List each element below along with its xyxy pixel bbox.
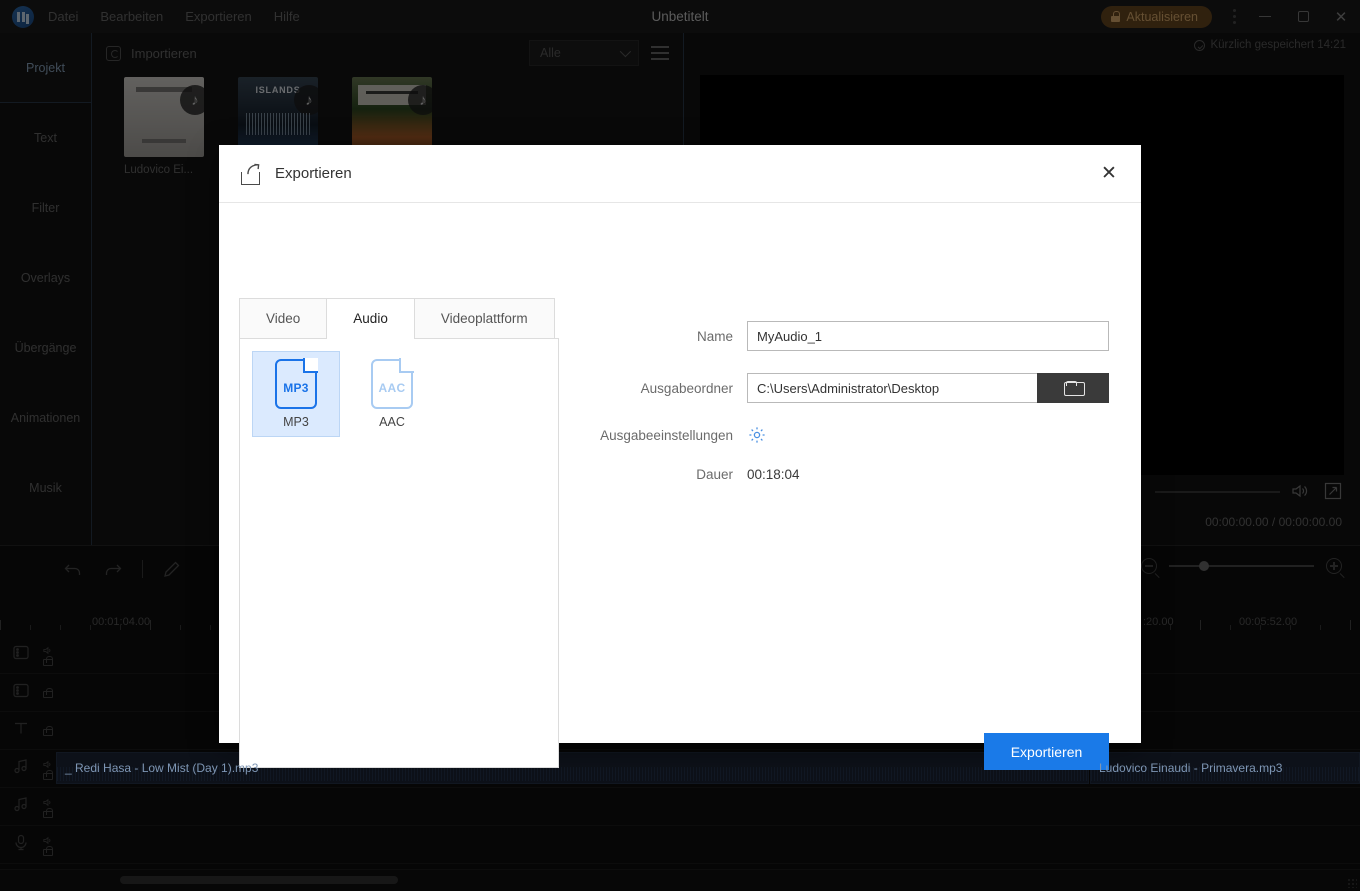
gear-icon[interactable]	[747, 425, 767, 445]
tab-audio[interactable]: Audio	[326, 298, 415, 338]
output-folder-label: Ausgabeordner	[579, 381, 747, 396]
tab-label: Audio	[353, 311, 388, 326]
app-window: Datei Bearbeiten Exportieren Hilfe Unbet…	[0, 0, 1360, 891]
name-label: Name	[579, 329, 747, 344]
clip-label: Ludovico Einaudi - Primavera.mp3	[1091, 761, 1282, 775]
output-settings-label: Ausgabeeinstellungen	[579, 428, 747, 443]
output-settings-row: Ausgabeeinstellungen	[579, 425, 1109, 445]
format-badge: AAC	[371, 381, 413, 395]
output-folder-input[interactable]	[747, 373, 1037, 403]
tab-videoplattform[interactable]: Videoplattform	[414, 298, 555, 338]
tab-label: Video	[266, 311, 300, 326]
format-option-aac[interactable]: AAC AAC	[348, 351, 436, 437]
tab-video[interactable]: Video	[239, 298, 327, 338]
format-label: AAC	[379, 415, 405, 429]
format-list-panel: MP3 MP3 AAC AAC	[239, 338, 559, 768]
close-icon[interactable]: ✕	[1095, 160, 1123, 188]
browse-folder-button[interactable]	[1037, 373, 1109, 403]
duration-row: Dauer 00:18:04	[579, 467, 1109, 482]
name-input[interactable]	[747, 321, 1109, 351]
name-row: Name	[579, 321, 1109, 351]
export-share-icon	[241, 163, 263, 185]
export-type-tabs: Video Audio Videoplattform	[239, 298, 554, 338]
tab-label: Videoplattform	[441, 311, 528, 326]
export-settings-form: Name Ausgabeordner Ausgabeeinstellungen	[579, 321, 1109, 504]
format-row: MP3 MP3 AAC AAC	[252, 351, 546, 437]
export-dialog: Exportieren ✕ Video Audio Videoplattform	[219, 145, 1141, 743]
format-badge: MP3	[275, 381, 317, 395]
dialog-title: Exportieren	[275, 165, 352, 182]
duration-label: Dauer	[579, 467, 747, 482]
mp3-file-icon: MP3	[275, 359, 317, 409]
output-folder-row: Ausgabeordner	[579, 373, 1109, 403]
clip-label: _ Redi Hasa - Low Mist (Day 1).mp3	[57, 761, 258, 775]
duration-value: 00:18:04	[747, 467, 800, 482]
folder-icon	[1064, 381, 1083, 396]
format-label: MP3	[283, 415, 309, 429]
format-option-mp3[interactable]: MP3 MP3	[252, 351, 340, 437]
aac-file-icon: AAC	[371, 359, 413, 409]
dialog-header: Exportieren ✕	[219, 145, 1141, 203]
dialog-body: Video Audio Videoplattform MP3 MP	[219, 203, 1141, 743]
export-confirm-label: Exportieren	[1011, 744, 1083, 760]
